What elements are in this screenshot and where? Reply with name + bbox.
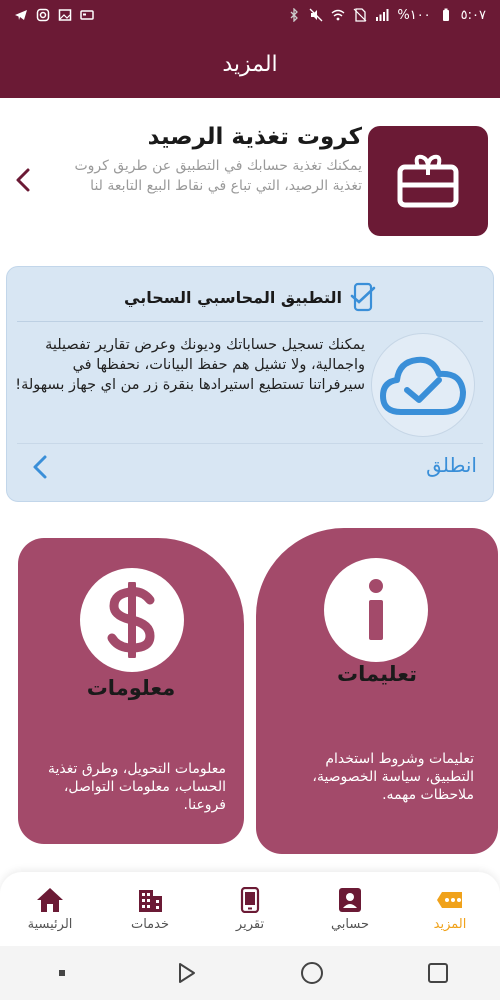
nav-label: المزيد [433,916,467,932]
status-bar-notifications [14,8,94,22]
info-tile-description: معلومات التحويل، وطرق تغذية الحساب، معلو… [48,761,226,813]
card-icon [80,10,94,20]
info-tile[interactable]: معلومات معلومات التحويل، وطرق تغذية الحس… [18,538,244,844]
play-back-icon[interactable] [175,962,197,984]
account-icon [339,887,361,912]
home-circle-icon[interactable] [300,961,324,985]
recents-square-icon[interactable] [427,962,449,984]
start-link[interactable]: انطلق [426,453,477,477]
cloud-card-header: التطبيق المحاسبي السحابي [7,279,493,315]
info-tile-title: معلومات [86,676,176,700]
services-icon [139,889,162,912]
status-bar: %١٠٠ ٥:٠٧ [0,0,500,30]
nav-item-report[interactable]: تقرير [200,872,300,946]
telegram-icon [15,10,27,20]
status-bar-system: %١٠٠ ٥:٠٧ [287,8,486,23]
nav-item-home[interactable]: الرئيسية [0,872,100,946]
nav-item-services[interactable]: خدمات [100,872,200,946]
dollar-icon [107,582,155,658]
chevron-left-icon[interactable] [10,166,38,194]
nav-item-account[interactable]: حسابي [300,872,400,946]
cloud-icon-circle [371,333,475,437]
cloud-card-title: التطبيق المحاسبي السحابي [124,287,342,307]
signal-icon [376,9,389,21]
nav-label: خدمات [130,916,170,932]
home-icon [37,887,63,912]
wifi-icon [331,9,345,21]
nav-label: حسابي [330,916,370,932]
info-icon [369,579,383,640]
info-icon-circle [324,558,428,662]
instructions-tile-description: تعليمات وشروط استخدام التطبيق، سياسة الخ… [312,751,474,803]
recharge-cards-item[interactable]: كروت تغذية الرصيد يمكنك تغذية حسابك في ا… [0,112,500,242]
cloud-app-card: التطبيق المحاسبي السحابي يمكنك تسجيل حسا… [6,266,494,502]
cloud-check-icon [380,356,466,415]
nav-item-more[interactable]: المزيد [400,872,500,946]
system-nav-bar [0,946,500,1000]
recents-square-dot-icon[interactable] [52,963,72,983]
app-bar: المزيد [0,30,500,98]
dollar-icon-circle [80,568,184,672]
battery-percent: %١٠٠ [397,7,431,23]
no-sim-icon [353,8,367,22]
battery-icon [442,8,449,21]
cloud-card-description: يمكنك تسجيل حساباتك وديونك وعرض تقارير ت… [15,337,365,393]
instagram-icon [36,8,50,22]
mute-icon [309,8,323,22]
divider [17,443,483,444]
gift-card-icon-box [368,126,488,236]
bluetooth-icon [290,8,299,22]
gift-card-icon [397,154,459,208]
nav-label: تقرير [235,916,265,932]
phone-check-icon [350,282,376,312]
nav-label: الرئيسية [27,916,73,932]
instructions-tile-title: تعليمات [337,662,417,686]
bottom-nav: المزيد حسابي تقرير خدمات الرئيسية [0,872,500,946]
report-icon [240,886,260,913]
chevron-left-icon[interactable] [27,453,55,481]
recharge-description: يمكنك تغذية حسابك في التطبيق عن طريق كرو… [74,158,362,194]
status-time: ٥:٠٧ [460,7,486,23]
page-title: المزيد [222,51,278,77]
gallery-icon [58,9,72,21]
recharge-title: كروت تغذية الرصيد [147,124,362,150]
more-icon [437,891,462,908]
instructions-tile[interactable]: تعليمات تعليمات وشروط استخدام التطبيق، س… [256,528,498,854]
divider [17,321,483,322]
